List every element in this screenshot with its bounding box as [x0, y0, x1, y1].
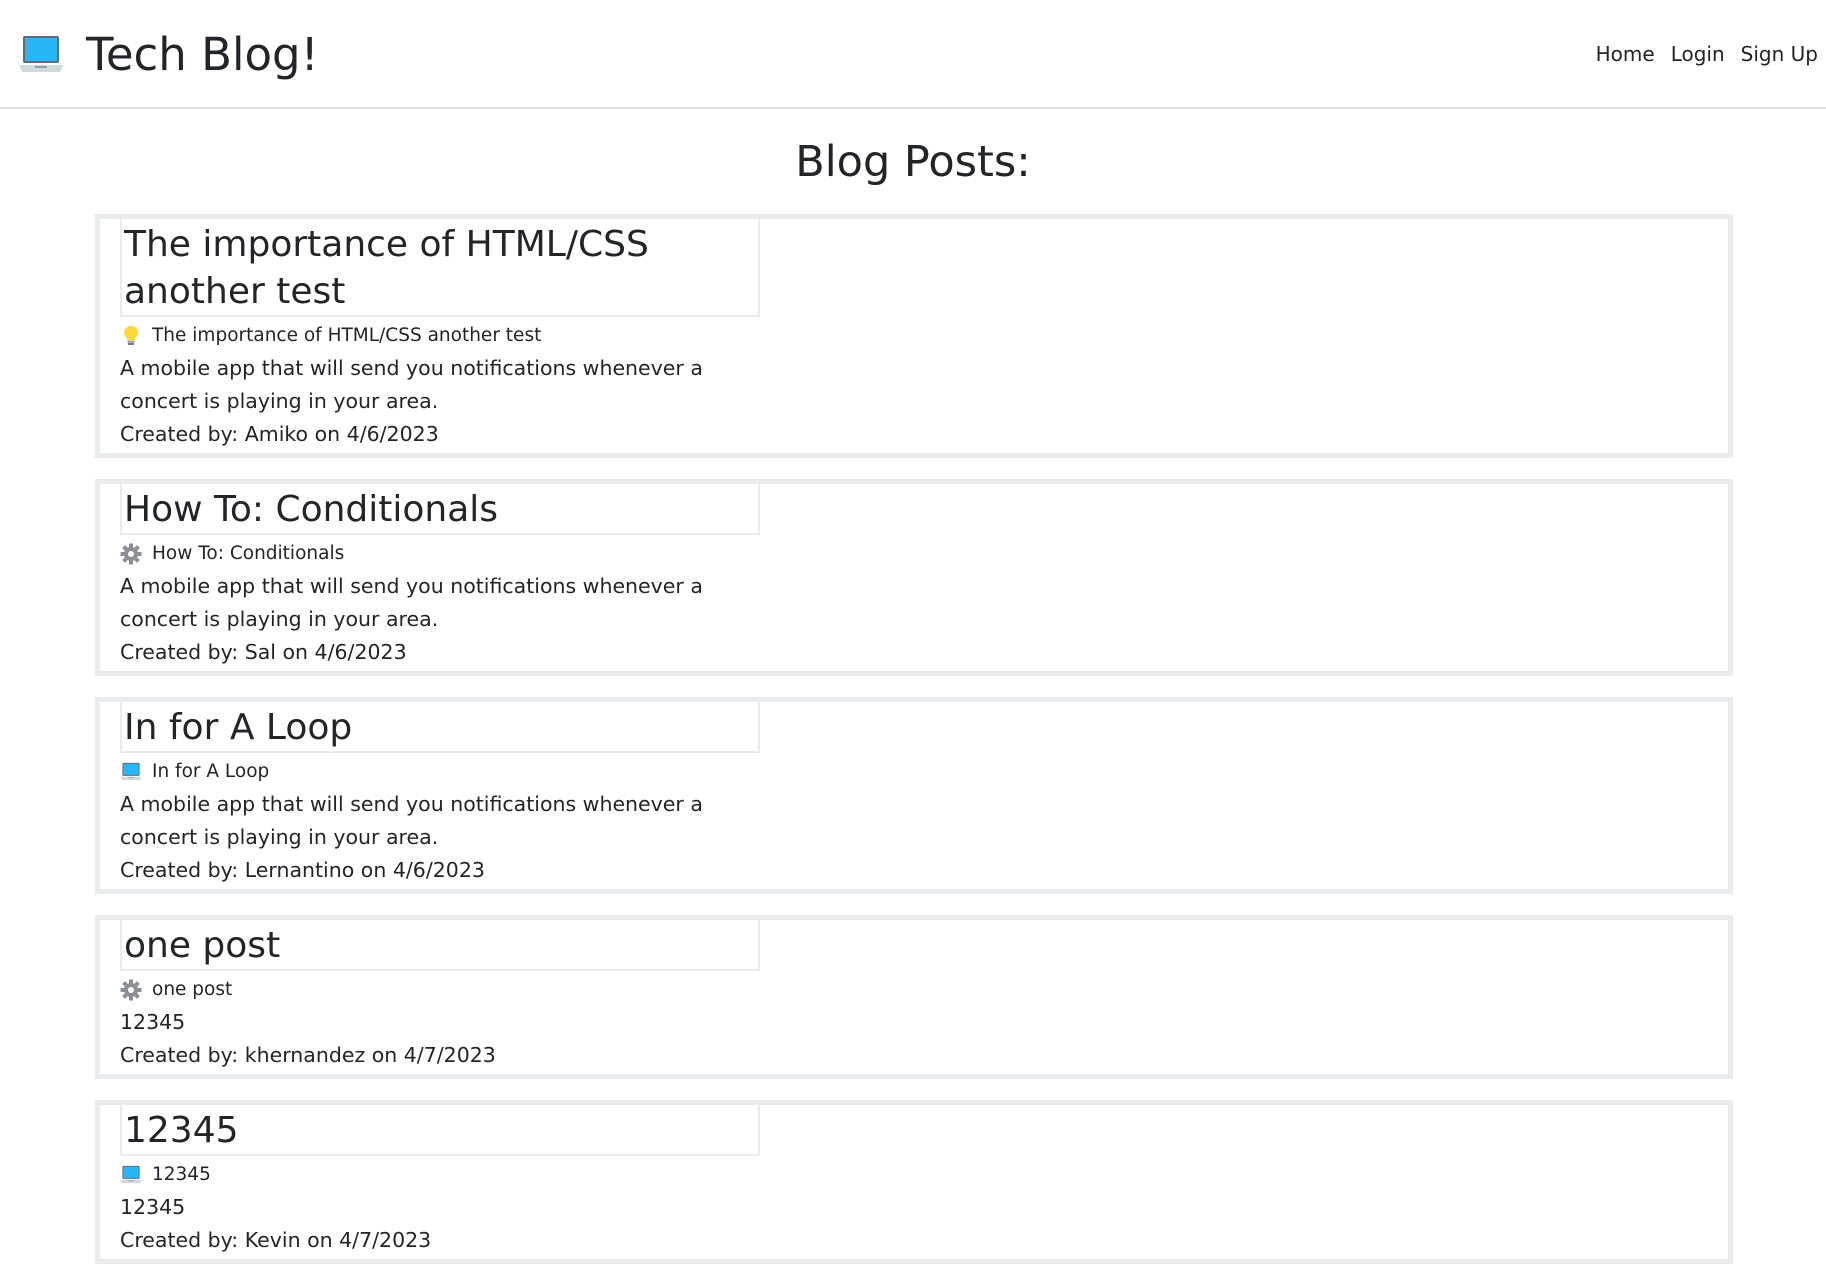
post-subline: In for A Loop — [120, 755, 1728, 788]
gear-icon — [120, 979, 142, 1001]
post-meta: Created by: Sal on 4/6/2023 — [120, 640, 407, 664]
post-title[interactable]: The importance of HTML/CSS another test — [120, 219, 760, 317]
post-body: 12345 — [120, 1195, 186, 1219]
post-meta: Created by: Amiko on 4/6/2023 — [120, 422, 439, 446]
post-title[interactable]: In for A Loop — [120, 702, 760, 753]
post-title[interactable]: 12345 — [120, 1105, 760, 1156]
post-body: 12345 — [120, 1010, 186, 1034]
brand[interactable]: Tech Blog! — [18, 28, 319, 82]
post-subtitle: How To: Conditionals — [152, 543, 345, 564]
post-subtitle: The importance of HTML/CSS another test — [152, 325, 542, 346]
post-title[interactable]: one post — [120, 920, 760, 971]
post-card[interactable]: one post one post 12345 Created by: kher… — [95, 915, 1733, 1079]
post-card[interactable]: The importance of HTML/CSS another test … — [95, 214, 1733, 458]
post-card[interactable]: In for A Loop In for A Loop A mobile app… — [95, 697, 1733, 894]
post-card[interactable]: 12345 12345 12345 Created by: Kevin on 4… — [95, 1100, 1733, 1264]
post-meta: Created by: khernandez on 4/7/2023 — [120, 1043, 496, 1067]
post-subline: 12345 — [120, 1158, 1728, 1191]
nav-home-link[interactable]: Home — [1596, 42, 1655, 66]
page-title: Blog Posts: — [795, 137, 1031, 187]
gear-icon — [120, 543, 142, 565]
post-body: A mobile app that will send you notifica… — [120, 356, 703, 413]
post-list: The importance of HTML/CSS another test … — [95, 214, 1733, 1285]
post-meta: Created by: Lernantino on 4/6/2023 — [120, 858, 485, 882]
nav-login-link[interactable]: Login — [1671, 42, 1725, 66]
site-header: Tech Blog! Home Login Sign Up — [0, 0, 1826, 109]
post-title[interactable]: How To: Conditionals — [120, 484, 760, 535]
post-subtitle: In for A Loop — [152, 761, 270, 782]
main-nav: Home Login Sign Up — [1596, 42, 1818, 66]
laptop-icon — [120, 1164, 142, 1186]
site-title: Tech Blog! — [86, 28, 319, 81]
post-subline: How To: Conditionals — [120, 537, 1728, 570]
post-body: A mobile app that will send you notifica… — [120, 574, 703, 631]
nav-signup-link[interactable]: Sign Up — [1741, 42, 1818, 66]
laptop-icon — [120, 761, 142, 783]
post-body: A mobile app that will send you notifica… — [120, 792, 703, 849]
post-subline: one post — [120, 973, 1728, 1006]
post-card[interactable]: How To: Conditionals How To: Conditional… — [95, 479, 1733, 676]
post-subtitle: 12345 — [152, 1164, 211, 1185]
laptop-icon — [18, 32, 64, 78]
post-meta: Created by: Kevin on 4/7/2023 — [120, 1228, 432, 1252]
post-subline: The importance of HTML/CSS another test — [120, 319, 1728, 352]
lightbulb-icon — [120, 325, 142, 347]
post-subtitle: one post — [152, 979, 233, 1000]
